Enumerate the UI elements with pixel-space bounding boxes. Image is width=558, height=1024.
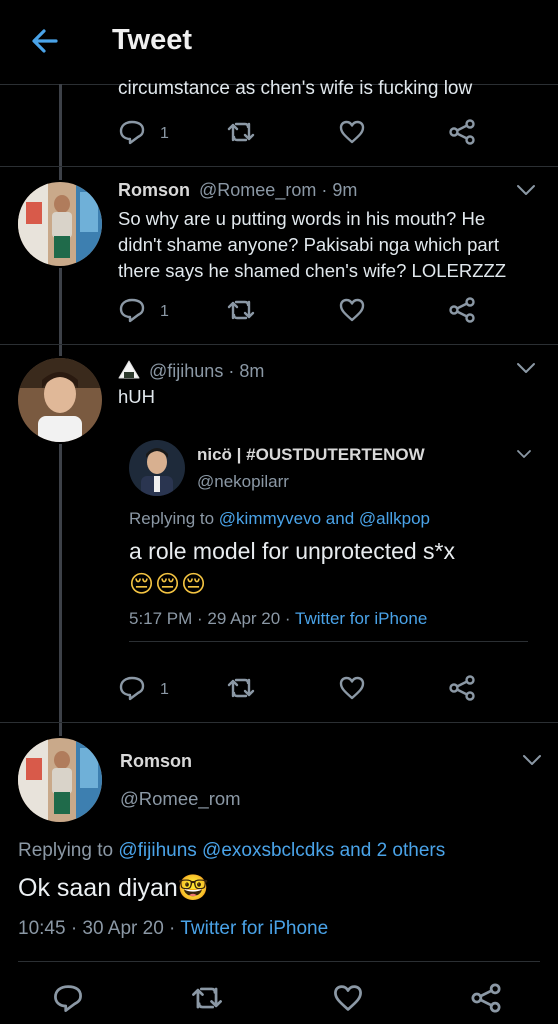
- tweet-actions: 1: [118, 294, 538, 326]
- main-display-name[interactable]: Romson: [120, 751, 192, 772]
- retweet-button[interactable]: [226, 296, 258, 324]
- main-tweet-text: Ok saan diyan🤓: [18, 874, 209, 903]
- reply-count: 1: [160, 681, 169, 698]
- tweet-divider: [0, 722, 558, 723]
- replying-to: Replying to @kimmyvevo and @allkpop: [129, 509, 430, 529]
- quoted-divider: [129, 641, 528, 642]
- share-icon: [449, 297, 475, 323]
- replying-prefix: Replying to: [18, 840, 114, 861]
- retweet-button[interactable]: [226, 674, 258, 702]
- tweet-text: circumstance as chen's wife is fucking l…: [118, 78, 473, 99]
- main-actions: [0, 978, 558, 1018]
- header-bar: Tweet: [0, 0, 558, 84]
- display-name[interactable]: Romson: [118, 180, 190, 200]
- retweet-icon: [227, 122, 255, 142]
- main-divider: [18, 961, 540, 962]
- heart-icon: [339, 298, 365, 322]
- tweet-actions: 1: [118, 116, 538, 148]
- quoted-timestamp: 5:17 PM · 29 Apr 20 ·: [129, 609, 291, 628]
- thread-line: [59, 444, 62, 736]
- replying-prefix: Replying to: [129, 509, 215, 528]
- avatar[interactable]: [18, 182, 102, 266]
- reply-button[interactable]: 1: [118, 674, 178, 702]
- avatar[interactable]: [18, 738, 102, 822]
- reply-icon: [119, 676, 145, 701]
- tweet-line: didn't shame anyone? Pakisabi nga which …: [118, 234, 499, 255]
- reply-count: 1: [160, 303, 169, 320]
- retweet-icon: [227, 678, 255, 698]
- quoted-tweet[interactable]: nicö | #OUSTDUTERTENOW @nekopilarr Reply…: [118, 428, 538, 644]
- chevron-down-icon[interactable]: [514, 180, 538, 200]
- retweet-button[interactable]: [226, 118, 258, 146]
- reply-icon: [119, 120, 145, 145]
- back-arrow-icon[interactable]: [28, 24, 62, 58]
- main-source[interactable]: Twitter for iPhone: [180, 918, 328, 939]
- like-button[interactable]: [338, 118, 368, 146]
- main-timestamp: 10:45 · 30 Apr 20 ·: [18, 918, 176, 939]
- retweet-button[interactable]: [190, 982, 224, 1014]
- tweet-divider: [0, 166, 558, 167]
- reply-icon: [119, 298, 145, 323]
- tweet-line: there says he shamed chen's wife? LOLERZ…: [118, 260, 507, 281]
- main-text: Ok saan diyan: [18, 874, 178, 902]
- handle-time: @fijihuns · 8m: [149, 361, 265, 381]
- chevron-down-icon[interactable]: [514, 358, 538, 378]
- tweet-header: Romson @Romee_rom · 9m: [118, 180, 357, 201]
- share-button[interactable]: [448, 118, 478, 146]
- like-button[interactable]: [338, 674, 368, 702]
- like-button[interactable]: [338, 296, 368, 324]
- heart-icon: [339, 120, 365, 144]
- main-handle: @Romee_rom: [120, 788, 241, 809]
- tweet-line: So why are u putting words in his mouth?…: [118, 208, 486, 229]
- quoted-handle: @nekopilarr: [197, 472, 289, 491]
- tweet-text: hUH: [118, 386, 156, 407]
- reply-icon: [54, 985, 82, 1012]
- quoted-text: a role model for unprotected s*x: [129, 538, 456, 564]
- chevron-down-icon[interactable]: [520, 750, 544, 770]
- main-meta: 10:45 · 30 Apr 20 · Twitter for iPhone: [18, 918, 328, 940]
- quoted-source[interactable]: Twitter for iPhone: [295, 609, 427, 628]
- reply-button[interactable]: 1: [118, 118, 178, 146]
- heart-icon: [339, 676, 365, 700]
- nerd-emoji: 🤓: [177, 874, 209, 902]
- thread-line: [59, 268, 62, 356]
- tweet-divider: [0, 344, 558, 345]
- quoted-display-name[interactable]: nicö | #OUSTDUTERTENOW: [197, 445, 425, 465]
- replying-to: Replying to @fijihuns @exoxsbclcdks and …: [18, 840, 445, 862]
- reply-button[interactable]: [52, 982, 84, 1014]
- rice-ball-icon: [118, 360, 140, 380]
- like-button[interactable]: [332, 982, 364, 1014]
- tweet-actions: 1: [118, 672, 538, 704]
- reply-button[interactable]: 1: [118, 296, 178, 324]
- share-button[interactable]: [448, 296, 478, 324]
- heart-icon: [334, 985, 362, 1011]
- quoted-emojis: 😔😔😔: [129, 571, 208, 598]
- avatar[interactable]: [129, 440, 185, 496]
- replying-handles[interactable]: @kimmyvevo and @allkpop: [219, 509, 430, 528]
- share-button[interactable]: [470, 982, 502, 1014]
- chevron-down-icon[interactable]: [514, 446, 534, 462]
- page-title: Tweet: [112, 24, 193, 56]
- share-icon: [471, 983, 501, 1013]
- share-icon: [449, 119, 475, 145]
- share-icon: [449, 675, 475, 701]
- retweet-icon: [227, 300, 255, 320]
- share-button[interactable]: [448, 674, 478, 702]
- handle-time: @Romee_rom · 9m: [199, 180, 358, 200]
- replying-handles[interactable]: @fijihuns @exoxsbclcdks and 2 others: [118, 840, 445, 861]
- quoted-meta: 5:17 PM · 29 Apr 20 · Twitter for iPhone: [129, 609, 427, 629]
- avatar[interactable]: [18, 358, 102, 442]
- retweet-icon: [192, 987, 222, 1009]
- reply-count: 1: [160, 125, 169, 142]
- tweet-header: @fijihuns · 8m: [118, 360, 264, 382]
- tweet-body: So why are u putting words in his mouth?…: [118, 206, 506, 284]
